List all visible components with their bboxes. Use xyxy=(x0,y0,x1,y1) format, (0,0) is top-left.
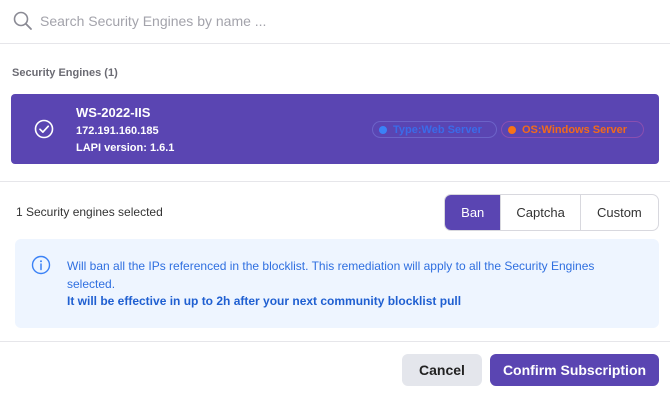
tag-type: Type:Web Server xyxy=(372,121,497,138)
confirm-subscription-button[interactable]: Confirm Subscription xyxy=(490,354,659,386)
remediation-selector: Ban Captcha Custom xyxy=(444,194,659,231)
section-title: Security Engines (1) xyxy=(12,67,118,79)
tag-label: OS:Windows Server xyxy=(522,123,628,136)
check-circle-icon xyxy=(34,119,54,139)
engine-ip: 172.191.160.185 xyxy=(76,125,159,137)
search-icon xyxy=(13,11,33,31)
engine-card[interactable]: WS-2022-IIS 172.191.160.185 LAPI version… xyxy=(11,94,659,164)
remediation-custom-button[interactable]: Custom xyxy=(581,195,658,230)
status-dot-icon xyxy=(379,125,387,134)
tag-os: OS:Windows Server xyxy=(501,121,644,138)
engine-lapi-version: LAPI version: 1.6.1 xyxy=(76,142,175,154)
search-input[interactable] xyxy=(40,8,640,34)
search-bar xyxy=(0,0,670,44)
info-box: Will ban all the IPs referenced in the b… xyxy=(15,239,659,328)
engine-name: WS-2022-IIS xyxy=(76,105,151,120)
selected-count: 1 Security engines selected xyxy=(16,205,163,219)
remediation-ban-button[interactable]: Ban xyxy=(445,195,502,230)
tag-label: Type:Web Server xyxy=(393,123,482,136)
info-text: Will ban all the IPs referenced in the b… xyxy=(67,259,595,291)
cancel-button[interactable]: Cancel xyxy=(402,354,482,386)
divider xyxy=(0,181,670,182)
divider xyxy=(0,341,670,342)
remediation-captcha-button[interactable]: Captcha xyxy=(501,195,581,230)
status-dot-icon xyxy=(508,125,516,134)
info-icon xyxy=(31,255,51,275)
info-strong-text: It will be effective in up to 2h after y… xyxy=(67,294,462,308)
